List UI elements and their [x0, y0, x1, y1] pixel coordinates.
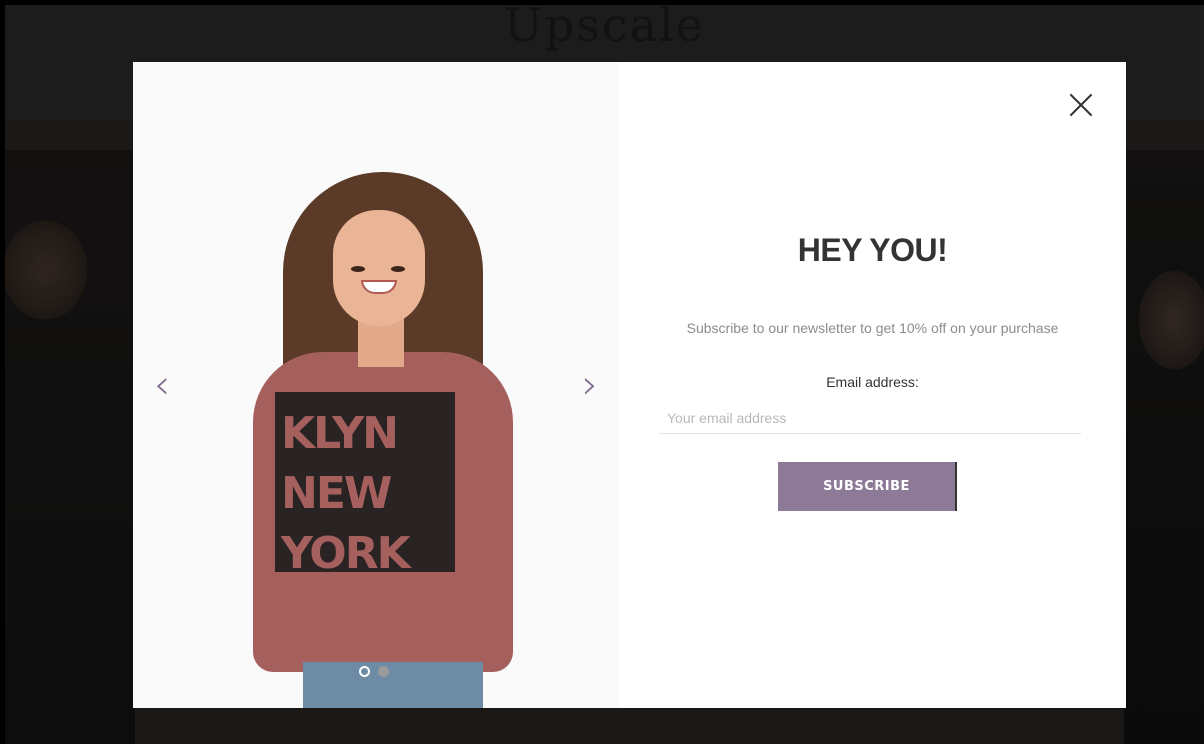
image-slider: KLYN NEW YORK OOKLY ‹ › — [133, 62, 619, 708]
email-field[interactable] — [659, 402, 1081, 434]
chevron-right-icon[interactable]: › — [575, 362, 605, 412]
slider-dot-1[interactable] — [359, 666, 370, 677]
model-face — [333, 210, 425, 326]
subscribe-button[interactable]: SUBSCRIBE — [778, 462, 957, 511]
model-jeans — [303, 662, 483, 708]
sweater-print: KLYN NEW YORK OOKLY — [275, 392, 455, 572]
newsletter-modal: KLYN NEW YORK OOKLY ‹ › HEY YOU! Subscri… — [133, 62, 1126, 708]
chevron-left-icon[interactable]: ‹ — [147, 362, 177, 412]
newsletter-content: HEY YOU! Subscribe to our newsletter to … — [619, 62, 1126, 708]
modal-title: HEY YOU! — [797, 232, 948, 268]
slider-dot-2[interactable] — [378, 666, 389, 677]
model-photo: KLYN NEW YORK OOKLY — [253, 172, 513, 708]
email-label: Email address: — [826, 374, 919, 390]
modal-subtitle: Subscribe to our newsletter to get 10% o… — [686, 320, 1059, 336]
slider-dots — [359, 666, 389, 677]
close-icon[interactable] — [1068, 92, 1094, 118]
model-eye — [351, 266, 365, 272]
model-eye — [391, 266, 405, 272]
